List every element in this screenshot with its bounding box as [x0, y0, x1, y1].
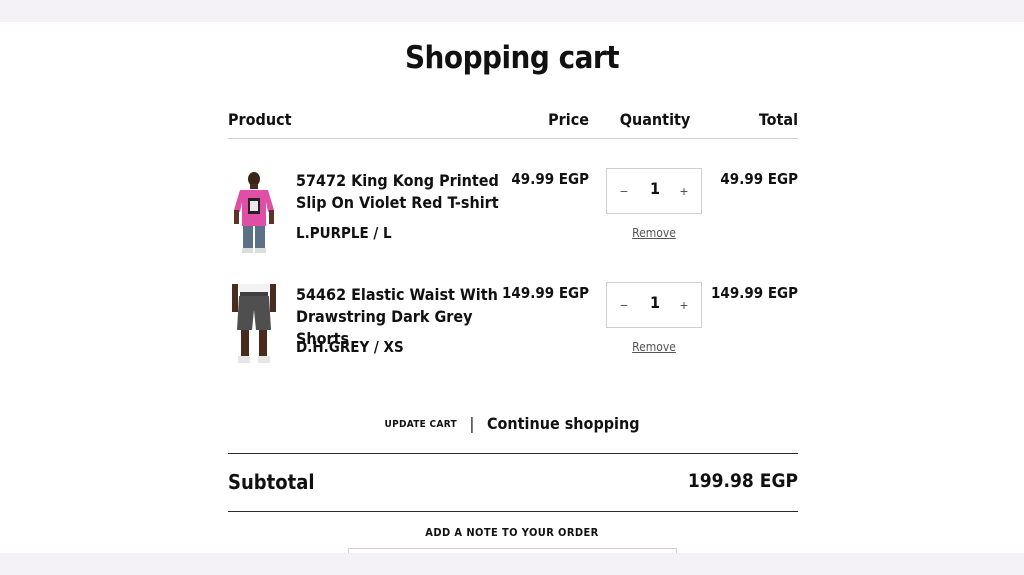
minus-icon[interactable]: −: [615, 296, 633, 314]
bottom-band: [0, 553, 1024, 575]
plus-icon[interactable]: +: [675, 182, 693, 200]
subtotal-bottom-divider: [228, 511, 798, 512]
header-product: Product: [228, 110, 292, 129]
header-total: Total: [758, 110, 798, 129]
top-band: [0, 0, 1024, 22]
cart-item: 57472 King Kong Printed Slip On Violet R…: [228, 168, 798, 270]
cart-page: Shopping cart Product Price Quantity Tot…: [0, 22, 1024, 553]
line-total: 49.99 EGP: [720, 170, 798, 188]
remove-link[interactable]: Remove: [606, 340, 702, 354]
subtotal-value: 199.98 EGP: [687, 470, 798, 492]
remove-link[interactable]: Remove: [606, 226, 702, 240]
subtotal-top-divider: [228, 453, 798, 454]
product-name-link[interactable]: 57472 King Kong Printed Slip On Violet R…: [296, 170, 506, 214]
page-title: Shopping cart: [404, 40, 620, 76]
product-image-tshirt[interactable]: [228, 170, 280, 256]
product-price: 49.99 EGP: [511, 170, 589, 188]
minus-icon[interactable]: −: [615, 182, 633, 200]
update-cart-button[interactable]: UPDATE CART: [384, 419, 456, 430]
subtotal-label: Subtotal: [228, 470, 315, 494]
actions-separator: |: [469, 414, 475, 433]
quantity-input[interactable]: 1: [637, 293, 673, 312]
product-price: 149.99 EGP: [502, 284, 589, 302]
continue-shopping-link[interactable]: Continue shopping: [487, 414, 640, 433]
plus-icon[interactable]: +: [675, 296, 693, 314]
cart-item: 54462 Elastic Waist With Drawstring Dark…: [228, 282, 798, 384]
header-divider: [228, 138, 798, 139]
order-note-label: ADD A NOTE TO YOUR ORDER: [425, 526, 599, 539]
product-image-shorts[interactable]: [228, 284, 280, 370]
header-price: Price: [548, 110, 589, 129]
line-total: 149.99 EGP: [711, 284, 798, 302]
product-variant: L.PURPLE / L: [296, 224, 392, 242]
header-quantity: Quantity: [619, 110, 691, 129]
quantity-input[interactable]: 1: [637, 179, 673, 198]
quantity-stepper: − 1 +: [606, 282, 702, 328]
product-variant: D.H.GREY / XS: [296, 338, 404, 356]
quantity-stepper: − 1 +: [606, 168, 702, 214]
cart-actions: UPDATE CART | Continue shopping: [0, 414, 1024, 433]
